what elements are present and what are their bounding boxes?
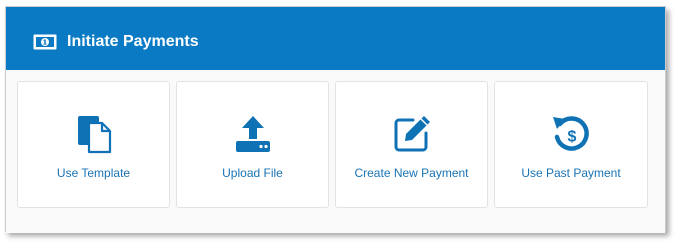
edit-pencil-icon xyxy=(390,112,434,156)
upload-tray-icon xyxy=(231,112,275,156)
panel-header: Initiate Payments xyxy=(6,7,665,70)
create-new-payment-label: Create New Payment xyxy=(354,166,469,180)
history-dollar-icon: $ xyxy=(549,112,593,156)
use-template-tile[interactable]: Use Template xyxy=(17,81,170,208)
use-past-payment-tile[interactable]: $ Use Past Payment xyxy=(494,81,648,208)
svg-text:$: $ xyxy=(568,129,577,146)
create-new-payment-tile[interactable]: Create New Payment xyxy=(335,81,488,208)
use-past-payment-label: Use Past Payment xyxy=(521,166,621,180)
money-bill-icon xyxy=(33,34,57,50)
upload-file-tile[interactable]: Upload File xyxy=(176,81,329,208)
template-document-icon xyxy=(72,112,116,156)
upload-file-label: Upload File xyxy=(222,166,283,180)
panel-title: Initiate Payments xyxy=(67,33,199,50)
initiate-payments-panel: Initiate Payments Use Template Upload Fi… xyxy=(5,6,666,233)
payment-options: Use Template Upload File Create New Paym… xyxy=(6,70,665,233)
use-template-label: Use Template xyxy=(56,166,131,180)
